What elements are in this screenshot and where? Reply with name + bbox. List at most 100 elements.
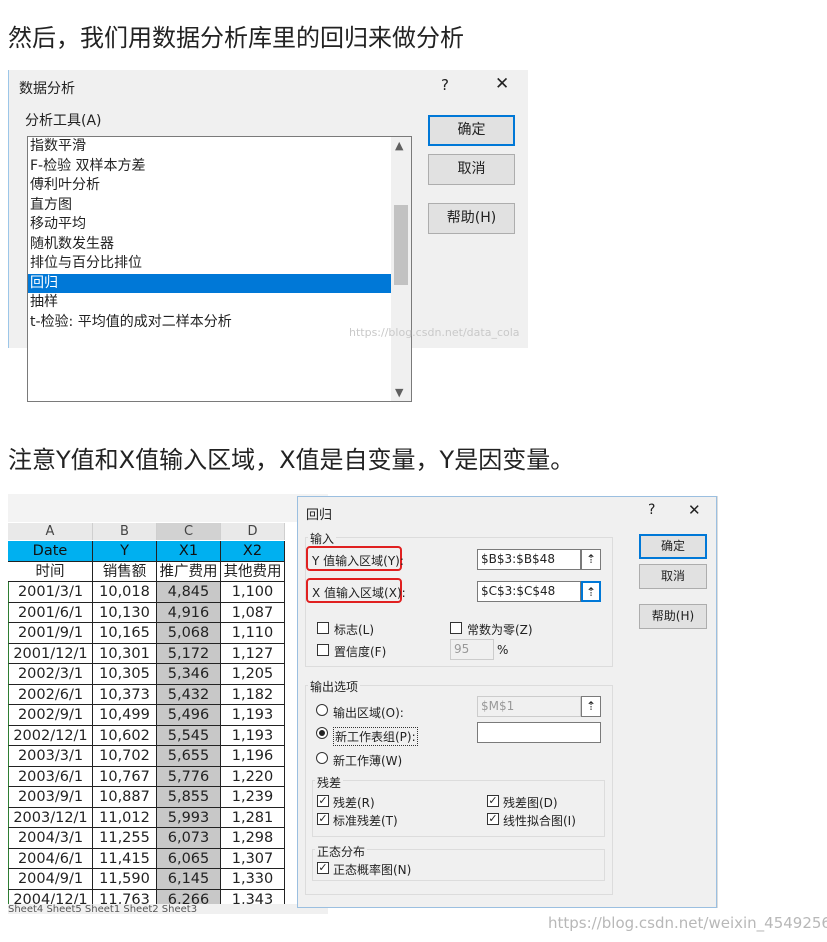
data-cell[interactable]: 11,012 (93, 807, 157, 828)
data-cell[interactable]: 1,100 (221, 582, 285, 603)
tool-list-item[interactable]: 移动平均 (28, 215, 392, 235)
column-header[interactable]: D (221, 523, 285, 540)
header-cell[interactable]: Date (8, 541, 93, 562)
std-residuals-checkbox[interactable]: ✓ (317, 813, 329, 825)
data-cell[interactable]: 10,305 (93, 664, 157, 685)
data-cell[interactable]: 10,018 (93, 582, 157, 603)
close-icon[interactable]: ✕ (495, 74, 509, 94)
data-cell[interactable]: 2001/9/1 (8, 623, 93, 644)
label-cell[interactable]: 推广费用 (157, 561, 221, 582)
confidence-checkbox[interactable] (317, 644, 329, 656)
data-cell[interactable]: 10,767 (93, 766, 157, 787)
tools-listbox[interactable]: 指数平滑 F-检验 双样本方差 傅利叶分析 直方图 移动平均 随机数发生器 排位与百分比排位… (27, 136, 412, 402)
data-cell[interactable]: 1,205 (221, 664, 285, 685)
data-cell[interactable]: 5,545 (157, 725, 221, 746)
data-cell[interactable]: 2004/9/1 (8, 869, 93, 890)
chevron-up-icon[interactable]: ▲ (395, 139, 403, 152)
data-cell[interactable]: 2002/9/1 (8, 705, 93, 726)
x-range-input[interactable]: $C$3:$C$48 (477, 581, 581, 602)
data-cell[interactable]: 10,373 (93, 684, 157, 705)
help-button[interactable]: 帮助(H) (639, 604, 707, 629)
data-cell[interactable]: 10,602 (93, 725, 157, 746)
help-icon[interactable]: ? (441, 76, 449, 94)
tool-list-item[interactable]: 抽样 (28, 293, 392, 313)
output-range-input[interactable]: $M$1 (477, 696, 581, 717)
data-cell[interactable]: 1,182 (221, 684, 285, 705)
new-worksheet-input[interactable] (477, 722, 601, 743)
help-button[interactable]: 帮助(H) (428, 203, 515, 234)
data-cell[interactable]: 4,916 (157, 602, 221, 623)
data-cell[interactable]: 1,330 (221, 869, 285, 890)
data-cell[interactable]: 2003/3/1 (8, 746, 93, 767)
data-cell[interactable]: 2001/12/1 (8, 643, 93, 664)
data-cell[interactable]: 2004/6/1 (8, 848, 93, 869)
help-icon[interactable]: ? (648, 502, 655, 518)
data-cell[interactable]: 10,499 (93, 705, 157, 726)
y-range-input[interactable]: $B$3:$B$48 (477, 549, 581, 570)
data-cell[interactable]: 1,110 (221, 623, 285, 644)
data-cell[interactable]: 2002/6/1 (8, 684, 93, 705)
data-cell[interactable]: 5,855 (157, 787, 221, 808)
ok-button[interactable]: 确定 (639, 534, 707, 559)
tool-list-item[interactable]: F-检验 双样本方差 (28, 157, 392, 177)
scroll-thumb[interactable] (394, 205, 408, 285)
data-cell[interactable]: 1,239 (221, 787, 285, 808)
cancel-button[interactable]: 取消 (428, 154, 515, 185)
new-worksheet-radio[interactable] (316, 727, 328, 739)
x-range-picker-icon[interactable]: ⇡ (581, 581, 601, 602)
data-cell[interactable]: 1,196 (221, 746, 285, 767)
chevron-down-icon[interactable]: ▼ (395, 386, 403, 399)
data-cell[interactable]: 1,087 (221, 602, 285, 623)
data-cell[interactable]: 2004/3/1 (8, 828, 93, 849)
sheet-tabs[interactable]: Sheet4 Sheet5 Sheet1 Sheet2 Sheet3 (8, 904, 328, 914)
data-cell[interactable]: 10,130 (93, 602, 157, 623)
data-cell[interactable]: 5,655 (157, 746, 221, 767)
data-cell[interactable]: 2003/9/1 (8, 787, 93, 808)
data-cell[interactable]: 1,307 (221, 848, 285, 869)
data-cell[interactable]: 1,220 (221, 766, 285, 787)
close-icon[interactable]: ✕ (688, 501, 701, 519)
data-cell[interactable]: 10,887 (93, 787, 157, 808)
cancel-button[interactable]: 取消 (639, 564, 707, 589)
tool-list-item[interactable]: 回归 (28, 273, 392, 293)
data-cell[interactable]: 5,346 (157, 664, 221, 685)
constant-zero-checkbox[interactable] (450, 622, 462, 634)
output-range-picker-icon[interactable]: ⇡ (581, 696, 601, 717)
data-cell[interactable]: 1,193 (221, 725, 285, 746)
data-cell[interactable]: 6,145 (157, 869, 221, 890)
data-cell[interactable]: 2002/3/1 (8, 664, 93, 685)
header-cell[interactable]: X1 (157, 541, 221, 562)
data-cell[interactable]: 6,065 (157, 848, 221, 869)
list-scrollbar[interactable]: ▲ ▼ (391, 137, 411, 401)
column-header[interactable]: B (93, 523, 157, 540)
data-cell[interactable]: 2001/3/1 (8, 582, 93, 603)
labels-checkbox[interactable] (317, 622, 329, 634)
header-cell[interactable]: X2 (221, 541, 285, 562)
data-cell[interactable]: 4,845 (157, 582, 221, 603)
data-cell[interactable]: 11,255 (93, 828, 157, 849)
tool-list-item[interactable]: 排位与百分比排位 (28, 254, 392, 274)
data-cell[interactable]: 5,496 (157, 705, 221, 726)
residuals-checkbox[interactable]: ✓ (317, 795, 329, 807)
data-cell[interactable]: 5,993 (157, 807, 221, 828)
data-cell[interactable]: 2003/6/1 (8, 766, 93, 787)
data-cell[interactable]: 10,165 (93, 623, 157, 644)
data-cell[interactable]: 10,301 (93, 643, 157, 664)
line-fit-plots-checkbox[interactable]: ✓ (487, 813, 499, 825)
label-cell[interactable]: 时间 (8, 561, 93, 582)
residual-plots-checkbox[interactable]: ✓ (487, 795, 499, 807)
data-cell[interactable]: 1,127 (221, 643, 285, 664)
tool-list-item[interactable]: 直方图 (28, 196, 392, 216)
column-header[interactable]: C (157, 523, 221, 540)
label-cell[interactable]: 其他费用 (221, 561, 285, 582)
tool-list-item[interactable]: 随机数发生器 (28, 235, 392, 255)
data-cell[interactable]: 1,193 (221, 705, 285, 726)
ok-button[interactable]: 确定 (428, 115, 515, 146)
data-cell[interactable]: 5,432 (157, 684, 221, 705)
data-cell[interactable]: 10,702 (93, 746, 157, 767)
normal-prob-checkbox[interactable]: ✓ (317, 862, 329, 874)
y-range-picker-icon[interactable]: ⇡ (581, 549, 601, 570)
data-cell[interactable]: 11,590 (93, 869, 157, 890)
data-cell[interactable]: 2003/12/1 (8, 807, 93, 828)
data-cell[interactable]: 2002/12/1 (8, 725, 93, 746)
